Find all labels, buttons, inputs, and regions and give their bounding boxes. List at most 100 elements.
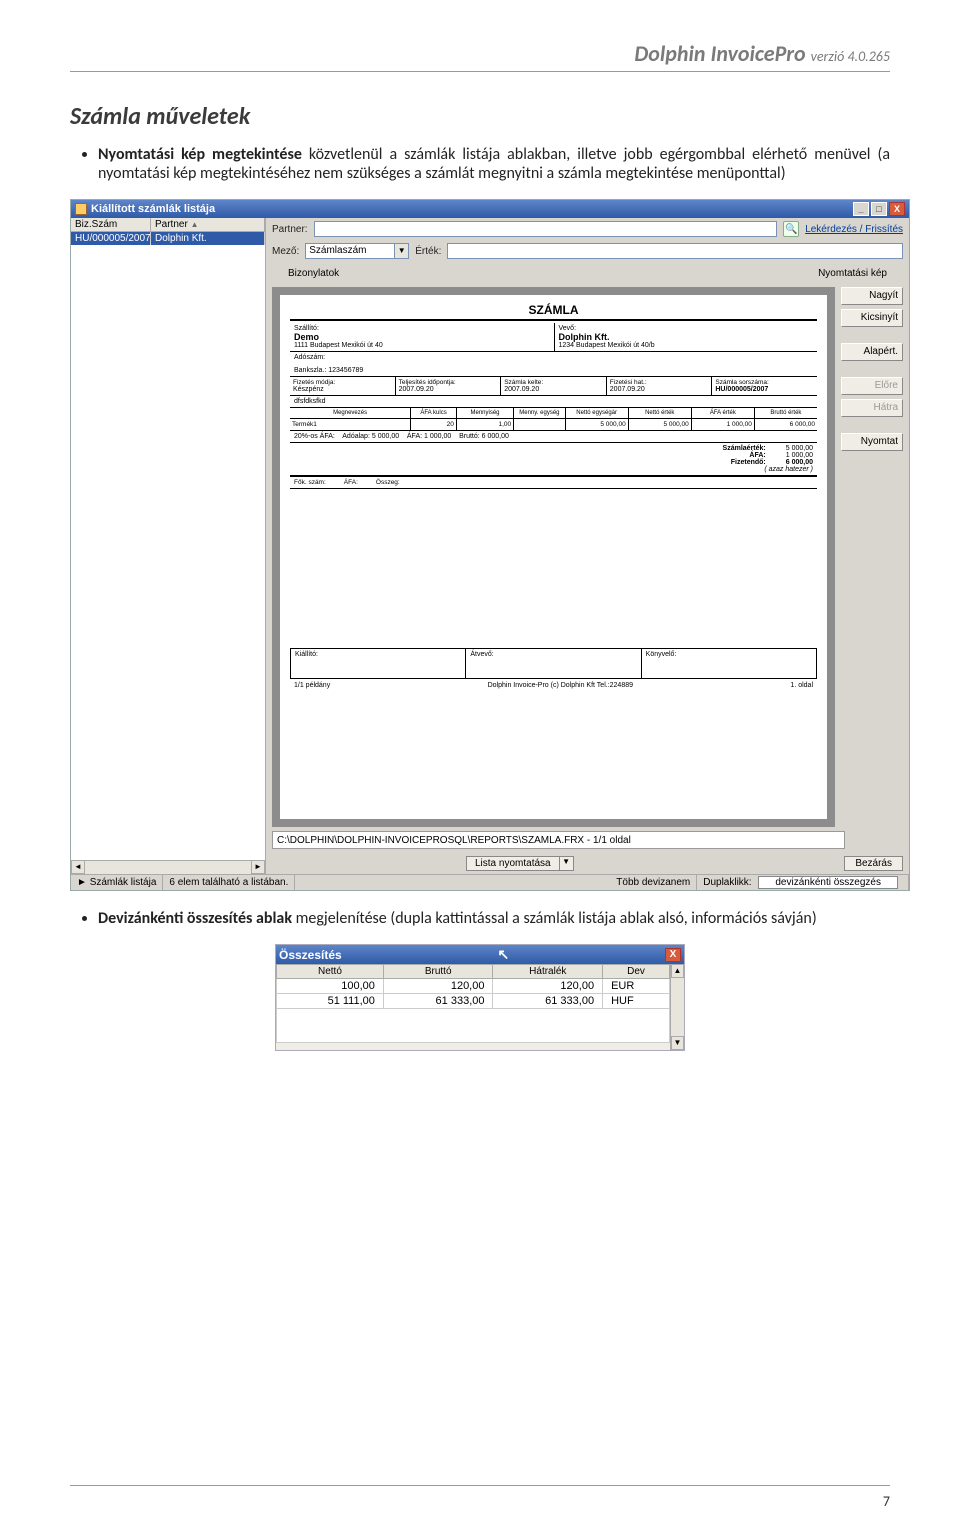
hscroll-left-button[interactable]: ◄ xyxy=(71,860,85,874)
seller-name: Demo xyxy=(294,332,550,342)
meta5-val: HU/000005/2007 xyxy=(715,386,814,393)
summary-close-button[interactable]: X xyxy=(665,948,681,962)
summary-title: Összesítés xyxy=(279,948,342,962)
meta4-val: 2007.09.20 xyxy=(610,386,709,393)
window-titlebar[interactable]: Kiállított számlák listája _ □ X xyxy=(71,200,909,218)
ertek-input[interactable] xyxy=(447,243,903,259)
default-zoom-button[interactable]: Alapért. xyxy=(841,343,903,361)
pg-generator: Dolphin Invoice-Pro (c) Dolphin Kft Tel.… xyxy=(488,682,633,689)
mezo-dropdown[interactable]: Számlaszám ▼ xyxy=(305,243,409,259)
ir-name: Termék1 xyxy=(290,419,411,430)
invoice-row-selected[interactable]: HU/000005/2007 Dolphin Kft. xyxy=(71,232,265,245)
grid-empty-area xyxy=(71,245,265,860)
sum-afa-label: 20%-os ÁFA: xyxy=(294,433,335,440)
mezo-label: Mező: xyxy=(272,246,299,257)
col-hatralek[interactable]: Hátralék xyxy=(493,965,603,979)
hscroll-track[interactable] xyxy=(85,860,251,874)
total-in-words: ( azaz hatezer ) xyxy=(294,466,813,473)
back-button[interactable]: Hátra xyxy=(841,399,903,417)
close-button[interactable]: X xyxy=(889,202,905,216)
tot1-val: 5 000,00 xyxy=(786,445,813,452)
invoice-page: SZÁMLA Szállító: Demo 1111 Budapest Mexi… xyxy=(280,295,827,819)
col-netto[interactable]: Nettó xyxy=(277,965,384,979)
footer-f1: Fők. szám: xyxy=(294,479,326,486)
cell-bizszam: HU/000005/2007 xyxy=(71,232,151,245)
tot2-label: ÁFA: xyxy=(749,452,765,459)
ih-afa: ÁFA kulcs xyxy=(411,408,457,418)
footer-f3: Összeg: xyxy=(376,479,400,486)
print-button[interactable]: Nyomtat xyxy=(841,433,903,451)
bullet-item-1: Nyomtatási kép megtekintése közvetlenül … xyxy=(98,145,890,183)
maximize-button[interactable]: □ xyxy=(871,202,887,216)
zoom-in-button[interactable]: Nagyít xyxy=(841,287,903,305)
ih-unit: Menny. egység xyxy=(514,408,565,418)
close-dialog-button[interactable]: Bezárás xyxy=(844,856,903,871)
partner-filter-label: Partner: xyxy=(272,224,308,235)
tot2-val: 1 000,00 xyxy=(786,452,813,459)
cell-partner: Dolphin Kft. xyxy=(151,232,265,245)
meta1-label: Fizetés módja: xyxy=(293,379,392,386)
sign-receiver: Átvevő: xyxy=(466,649,641,678)
col-brutto[interactable]: Bruttó xyxy=(383,965,493,979)
zoom-out-button[interactable]: Kicsinyít xyxy=(841,309,903,327)
summary-titlebar[interactable]: Összesítés ↖ X xyxy=(276,945,684,964)
ir-brutto: 6 000,00 xyxy=(755,419,817,430)
sign-accountant: Könyvelő: xyxy=(642,649,816,678)
header-divider xyxy=(70,71,890,72)
summary-row[interactable]: 51 111,00 61 333,00 61 333,00 HUF xyxy=(277,994,670,1009)
forward-button[interactable]: Előre xyxy=(841,377,903,395)
ir-qty: 1,00 xyxy=(457,419,514,430)
meta1-val: Készpénz xyxy=(293,386,392,393)
buyer-name: Dolphin Kft. xyxy=(559,332,814,342)
ih-brutto: Bruttó érték xyxy=(755,408,817,418)
summary-vscroll[interactable]: ▲ ▼ xyxy=(670,964,684,1050)
hscroll-right-button[interactable]: ► xyxy=(251,860,265,874)
refresh-link[interactable]: Lekérdezés / Frissítés xyxy=(805,224,903,235)
seller-address: 1111 Budapest Mexikói út 40 xyxy=(294,342,550,349)
status-left: ► Számlák listája xyxy=(71,875,163,890)
print-list-button[interactable]: Lista nyomtatása ▼ xyxy=(466,856,574,871)
invoice-grid[interactable]: Biz.Szám Partner ▲ HU/000005/2007 Dolphi… xyxy=(71,218,266,874)
ih-netto: Nettó egységár xyxy=(566,408,629,418)
col-header-bizszam[interactable]: Biz.Szám xyxy=(71,218,151,231)
bank-label: Bankszla.: 123456789 xyxy=(294,367,813,374)
chevron-down-icon: ▼ xyxy=(395,243,409,259)
meta3-val: 2007.09.20 xyxy=(504,386,603,393)
ir-afa: 20 xyxy=(411,419,457,430)
tab-bizonylatok[interactable]: Bizonylatok xyxy=(274,266,353,281)
partner-filter-input[interactable] xyxy=(314,221,778,237)
status-bar[interactable]: ► Számlák listája 6 elem található a lis… xyxy=(71,874,909,890)
buyer-address: 1234 Budapest Mexikói út 40/b xyxy=(559,342,814,349)
pg-page: 1. oldal xyxy=(790,682,813,689)
meta5-label: Számla sorszáma: xyxy=(715,379,814,386)
minimize-button[interactable]: _ xyxy=(853,202,869,216)
chevron-down-icon[interactable]: ▼ xyxy=(560,856,574,871)
ih-qty: Mennyiség xyxy=(457,408,514,418)
print-preview-area[interactable]: SZÁMLA Szállító: Demo 1111 Budapest Mexi… xyxy=(272,287,835,827)
summary-row[interactable]: 100,00 120,00 120,00 EUR xyxy=(277,979,670,994)
tot3-label: Fizetendő: xyxy=(731,459,766,466)
meta2-label: Teljesítés időpontja: xyxy=(399,379,498,386)
pg-copy: 1/1 példány xyxy=(294,682,330,689)
page-header: Dolphin InvoicePro verzió 4.0.265 xyxy=(70,40,890,67)
status-dblclick: Duplaklikk: devizánkénti összegzés xyxy=(697,875,909,890)
ir-netto: 5 000,00 xyxy=(566,419,629,430)
status-currency: Több devizanem xyxy=(610,875,697,890)
ih-nettov: Nettó érték xyxy=(629,408,692,418)
cursor-icon: ↖ xyxy=(497,946,509,963)
col-header-partner[interactable]: Partner ▲ xyxy=(151,218,265,231)
col-dev[interactable]: Dev xyxy=(603,965,670,979)
tot3-val: 6 000,00 xyxy=(786,459,813,466)
invoice-description: dfsfdksfkd xyxy=(290,396,817,408)
summary-table[interactable]: Nettó Bruttó Hátralék Dev 100,00 120,00 … xyxy=(276,964,670,1043)
report-path-bar: C:\DOLPHIN\DOLPHIN-INVOICEPROSQL\REPORTS… xyxy=(272,831,845,849)
tot1-label: Számlaérték: xyxy=(723,445,766,452)
search-icon[interactable]: 🔍 xyxy=(783,221,799,237)
window-title: Kiállított számlák listája xyxy=(91,203,215,215)
ertek-label: Érték: xyxy=(415,246,441,257)
page-number: 7 xyxy=(883,1493,890,1510)
tab-nyomtatasi-kep[interactable]: Nyomtatási kép xyxy=(804,266,901,281)
section-title: Számla műveletek xyxy=(70,102,890,131)
app-icon xyxy=(75,203,87,215)
screenshot-invoice-list: Kiállított számlák listája _ □ X Biz.Szá… xyxy=(70,199,910,891)
